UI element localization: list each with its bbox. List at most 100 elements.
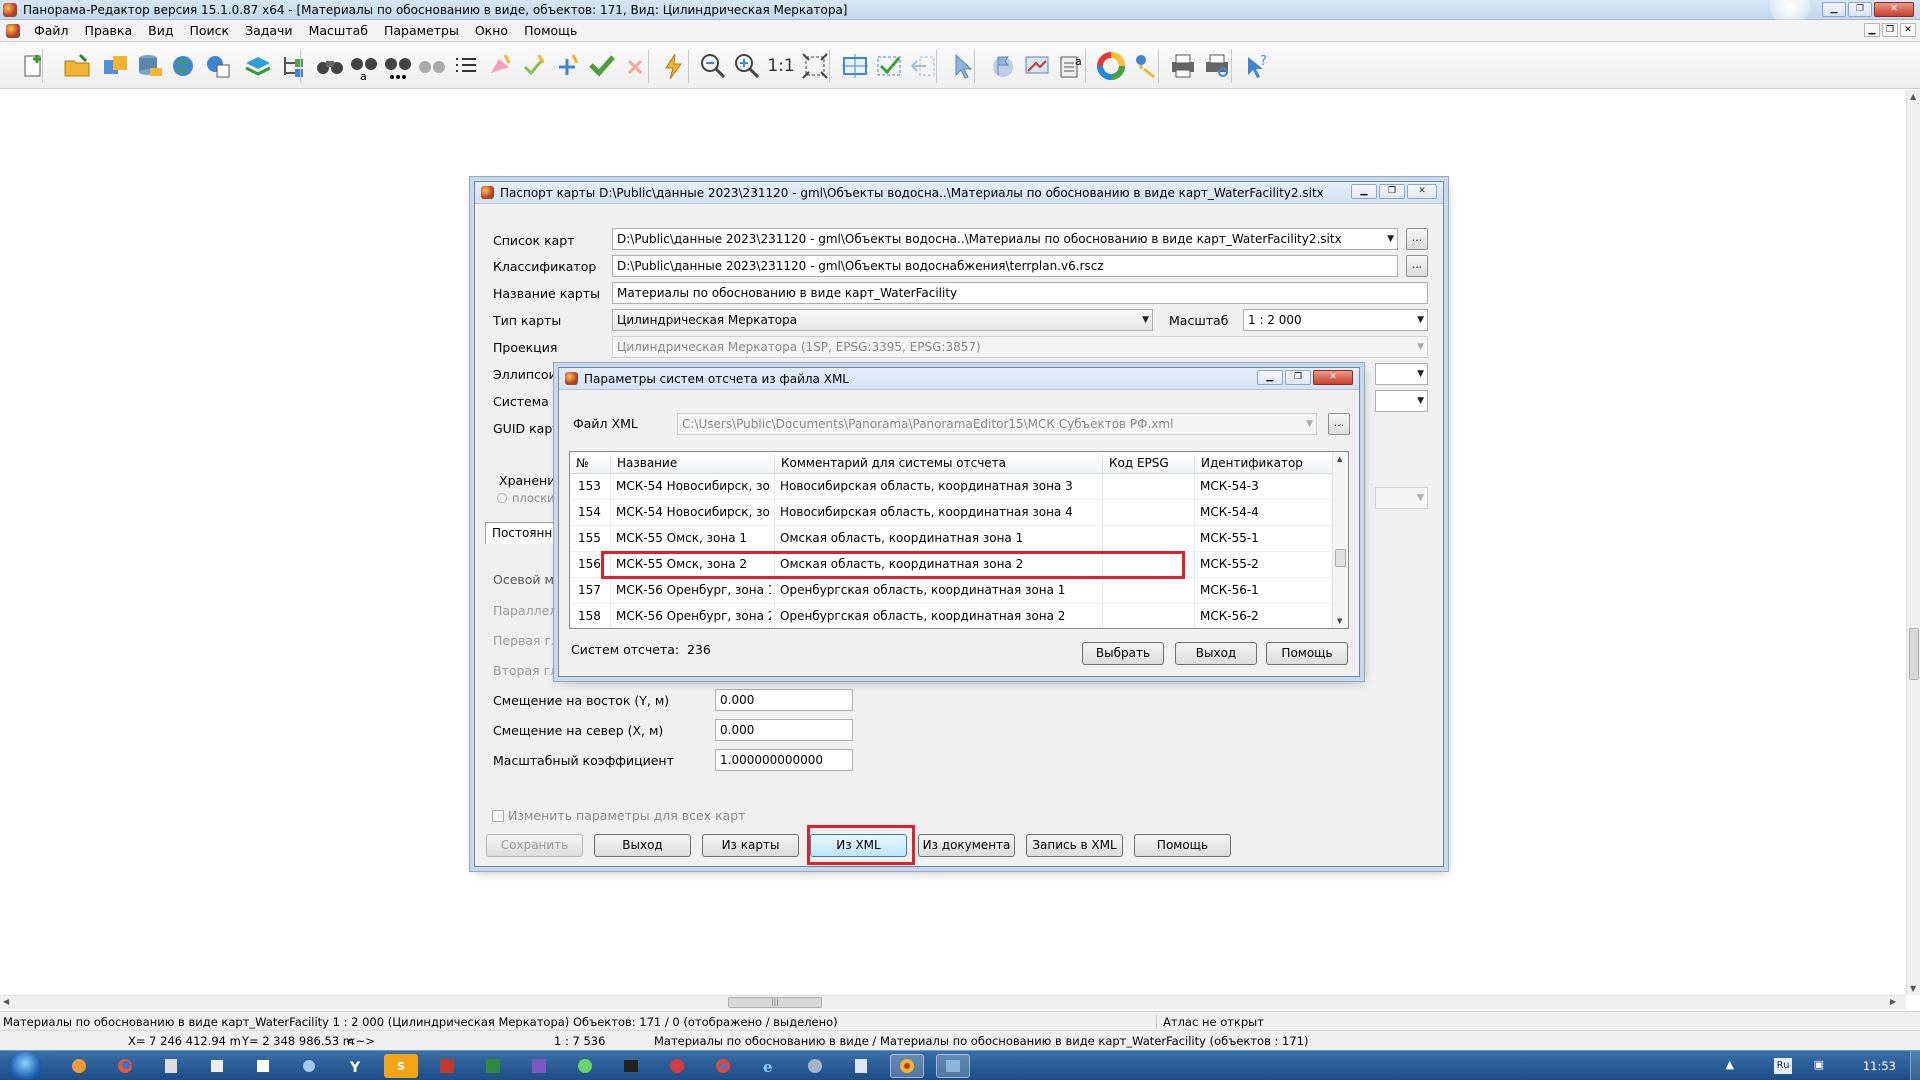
panorama-editor-taskbar-icon[interactable] xyxy=(936,1054,970,1078)
table-scroll-thumb[interactable] xyxy=(1335,549,1346,567)
menu-file[interactable]: Файл xyxy=(26,23,77,38)
route-pin-icon[interactable] xyxy=(1128,49,1162,83)
mdi-restore-button[interactable]: ❐ xyxy=(1882,23,1898,37)
scale-combo[interactable]: 1 : 2 000 ▼ xyxy=(1243,309,1428,331)
panorama-taskbar-icon[interactable] xyxy=(890,1054,924,1078)
database-icon[interactable] xyxy=(133,49,167,83)
table-scrollbar[interactable]: ▲ ▼ xyxy=(1332,452,1348,628)
network-tray-icon[interactable]: ▣ xyxy=(1814,1058,1824,1071)
arrow-back-icon[interactable] xyxy=(906,49,940,83)
col-comment[interactable]: Комментарий для системы отсчета xyxy=(774,455,1102,473)
chat-icon[interactable] xyxy=(660,1054,694,1078)
globe-icon[interactable] xyxy=(167,49,201,83)
archive-icon[interactable] xyxy=(522,1054,556,1078)
col-identifier[interactable]: Идентификатор xyxy=(1194,455,1332,473)
taskbar-app-icon[interactable] xyxy=(62,1054,96,1078)
pdf-reader-icon[interactable] xyxy=(430,1054,464,1078)
write-xml-button[interactable]: Запись в XML xyxy=(1026,834,1123,857)
xml-dialog-restore-button[interactable]: ❐ xyxy=(1285,370,1311,385)
vertical-scrollbar[interactable]: ▲ ▼ xyxy=(1906,90,1920,995)
table-row-selected[interactable]: 156 МСК-55 Омск, зона 2 Омская область, … xyxy=(570,552,1332,578)
horizontal-scroll-thumb[interactable]: ||| xyxy=(728,997,822,1008)
messenger-icon[interactable] xyxy=(568,1054,602,1078)
open-multiple-icon[interactable] xyxy=(99,49,133,83)
map-name-field[interactable]: Материалы по обоснованию в виде карт_Wat… xyxy=(612,282,1428,304)
reference-systems-table[interactable]: № Название Комментарий для системы отсче… xyxy=(569,451,1349,629)
storage-flat-radio[interactable] xyxy=(497,493,507,503)
binoculars-dots-icon[interactable] xyxy=(381,49,415,83)
false-easting-field[interactable]: 0.000 xyxy=(715,689,853,711)
table-row[interactable]: 154 МСК-54 Новосибирск, зона 4 Новосибир… xyxy=(570,500,1332,526)
table-scroll-up-icon[interactable]: ▲ xyxy=(1337,455,1342,463)
scale-factor-field[interactable]: 1.000000000000 xyxy=(715,749,853,771)
map-edit-icon[interactable] xyxy=(1020,49,1054,83)
show-desktop-button[interactable] xyxy=(1910,1051,1920,1080)
check-frame-icon[interactable] xyxy=(872,49,906,83)
table-row[interactable]: 153 МСК-54 Новосибирск, зона 3 Новосибир… xyxy=(570,474,1332,500)
passport-minimize-button[interactable]: ▁ xyxy=(1351,184,1377,199)
passport-help-button[interactable]: Помощь xyxy=(1134,834,1231,857)
tray-expand-icon[interactable]: ▲ xyxy=(1726,1058,1734,1071)
frame-icon[interactable] xyxy=(838,49,872,83)
text-editor-icon[interactable] xyxy=(844,1054,878,1078)
calculator-icon[interactable] xyxy=(154,1054,188,1078)
network-icon[interactable] xyxy=(292,1054,326,1078)
projection-combo[interactable]: Цилиндрическая Меркатора (1SP, EPSG:3395… xyxy=(612,336,1428,358)
calendar-icon[interactable] xyxy=(200,1054,234,1078)
menu-help[interactable]: Помощь xyxy=(516,23,585,38)
close-button[interactable]: ✕ xyxy=(1874,2,1914,17)
map-type-combo[interactable]: Цилиндрическая Меркатора ▼ xyxy=(612,309,1153,331)
print-preview-icon[interactable] xyxy=(1200,49,1234,83)
xml-help-button[interactable]: Помощь xyxy=(1266,642,1348,665)
passport-restore-button[interactable]: ❐ xyxy=(1379,184,1405,199)
menu-edit[interactable]: Правка xyxy=(77,23,141,38)
passport-exit-button[interactable]: Выход xyxy=(594,834,691,857)
binoculars-disabled-icon[interactable] xyxy=(415,49,449,83)
zoom-fit-icon[interactable] xyxy=(798,49,832,83)
map-flag-icon[interactable] xyxy=(986,49,1020,83)
table-scroll-down-icon[interactable]: ▼ xyxy=(1337,617,1342,625)
start-button[interactable] xyxy=(8,1052,42,1080)
zoom-out-icon[interactable] xyxy=(696,49,730,83)
map-list-combo[interactable]: D:\Public\данные 2023\231120 - gml\Объек… xyxy=(612,228,1398,250)
table-row[interactable]: 158 МСК-56 Оренбург, зона 2 Оренбургская… xyxy=(570,604,1332,628)
web-service-icon[interactable] xyxy=(201,49,235,83)
horizontal-scrollbar[interactable]: ◀ ||| ▶ xyxy=(0,995,1906,1009)
vertical-scroll-thumb[interactable] xyxy=(1909,628,1919,680)
xml-file-browse-button[interactable]: ... xyxy=(1328,413,1350,435)
clipboard-icon[interactable]: a xyxy=(1054,49,1088,83)
table-row[interactable]: 155 МСК-55 Омск, зона 1 Омская область, … xyxy=(570,526,1332,552)
storage-combo[interactable]: ▼ xyxy=(1375,487,1428,509)
passport-close-button[interactable]: ✕ xyxy=(1407,184,1437,199)
col-name[interactable]: Название xyxy=(610,455,774,473)
media-icon[interactable] xyxy=(798,1054,832,1078)
new-map-icon[interactable] xyxy=(16,49,50,83)
system-clock[interactable]: 11:53 xyxy=(1863,1059,1896,1073)
select-plus-icon[interactable] xyxy=(551,49,585,83)
binoculars-text-icon[interactable]: a xyxy=(347,49,381,83)
classifier-field[interactable]: D:\Public\данные 2023\231120 - gml\Объек… xyxy=(612,255,1398,277)
restore-button[interactable]: ❐ xyxy=(1848,2,1872,17)
skype-icon[interactable]: S xyxy=(384,1054,418,1078)
printer-icon[interactable] xyxy=(1166,49,1200,83)
menu-window[interactable]: Окно xyxy=(467,23,516,38)
ellipsoid-combo[interactable]: ▼ xyxy=(1375,363,1428,385)
open-folder-icon[interactable] xyxy=(60,49,94,83)
scroll-left-icon[interactable]: ◀ xyxy=(3,997,9,1006)
language-indicator[interactable]: Ru xyxy=(1774,1058,1792,1074)
scroll-down-icon[interactable]: ▼ xyxy=(1910,984,1916,993)
save-button[interactable]: Сохранить xyxy=(486,834,583,857)
map-list-browse-button[interactable]: ... xyxy=(1406,228,1428,250)
xml-exit-button[interactable]: Выход xyxy=(1175,642,1257,665)
yandex-icon[interactable]: Y xyxy=(338,1054,372,1078)
spreadsheet-icon[interactable] xyxy=(476,1054,510,1078)
classifier-browse-button[interactable]: ... xyxy=(1406,255,1428,277)
select-area-icon[interactable] xyxy=(483,49,517,83)
false-northing-field[interactable]: 0.000 xyxy=(715,719,853,741)
zoom-1to1-icon[interactable]: 1:1 xyxy=(764,49,798,83)
tree-add-icon[interactable] xyxy=(275,49,309,83)
xml-dialog-minimize-button[interactable]: ▁ xyxy=(1257,370,1283,385)
from-xml-button[interactable]: Из XML xyxy=(810,834,907,857)
scroll-right-icon[interactable]: ▶ xyxy=(1890,997,1896,1006)
menu-search[interactable]: Поиск xyxy=(181,23,237,38)
